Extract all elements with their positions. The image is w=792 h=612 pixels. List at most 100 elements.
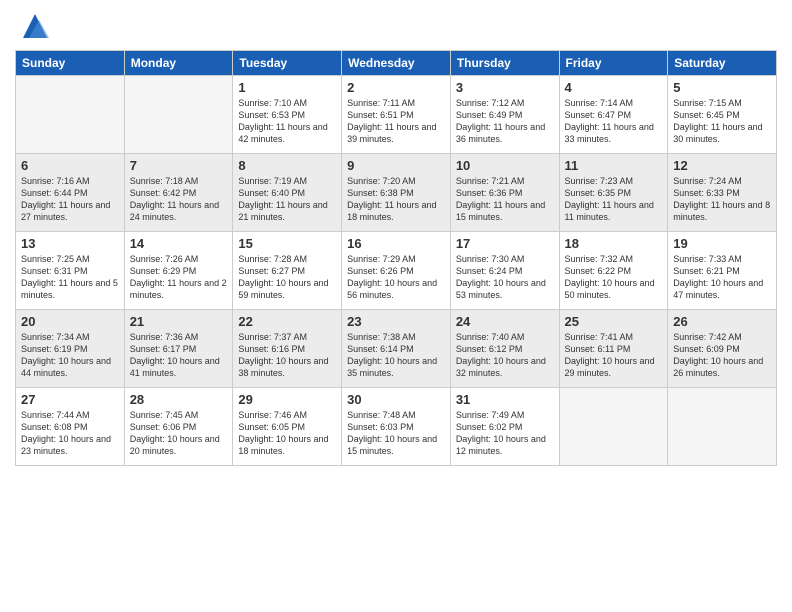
day-number: 16 — [347, 236, 445, 251]
table-cell: 28Sunrise: 7:45 AM Sunset: 6:06 PM Dayli… — [124, 388, 233, 466]
table-cell: 22 Sunrise: 7:37 AM Sunset: 6:16 PM Dayli… — [233, 310, 342, 388]
day-info: Sunrise: 7:40 AM Sunset: 6:12 PM Dayligh… — [456, 331, 554, 380]
table-cell: 26 Sunrise: 7:42 AM Sunset: 6:09 PM Dayli… — [668, 310, 777, 388]
calendar: Sunday Monday Tuesday Wednesday Thursday… — [15, 50, 777, 466]
day-info: Sunrise: 7:15 AM Sunset: 6:45 PM Dayligh… — [673, 97, 771, 146]
day-info: Sunrise: 7:25 AM Sunset: 6:31 PM Dayligh… — [21, 253, 119, 302]
day-number: 15 — [238, 236, 336, 251]
day-number: 21 — [130, 314, 228, 329]
day-info: Sunrise: 7:10 AM Sunset: 6:53 PM Dayligh… — [238, 97, 336, 146]
day-number: 14 — [130, 236, 228, 251]
table-cell: 15 Sunrise: 7:28 AM Sunset: 6:27 PM Dayli… — [233, 232, 342, 310]
day-info: Sunrise: 7:18 AM Sunset: 6:42 PM Dayligh… — [130, 175, 228, 224]
day-info: Sunrise: 7:48 AM Sunset: 6:03 PM Dayligh… — [347, 409, 445, 458]
day-number: 31 — [456, 392, 554, 407]
col-tuesday: Tuesday — [233, 51, 342, 76]
col-thursday: Thursday — [450, 51, 559, 76]
table-cell: 1 Sunrise: 7:10 AM Sunset: 6:53 PM Daylig… — [233, 76, 342, 154]
table-cell: 16 Sunrise: 7:29 AM Sunset: 6:26 PM Dayli… — [342, 232, 451, 310]
table-cell: 25Sunrise: 7:41 AM Sunset: 6:11 PM Dayli… — [559, 310, 668, 388]
week-row: 20 Sunrise: 7:34 AM Sunset: 6:19 PM Dayli… — [16, 310, 777, 388]
day-number: 6 — [21, 158, 119, 173]
table-cell: 21 Sunrise: 7:36 AM Sunset: 6:17 PM Dayli… — [124, 310, 233, 388]
day-number: 11 — [565, 158, 663, 173]
day-number: 5 — [673, 80, 771, 95]
table-cell: 23 Sunrise: 7:38 AM Sunset: 6:14 PM Dayli… — [342, 310, 451, 388]
day-info: Sunrise: 7:29 AM Sunset: 6:26 PM Dayligh… — [347, 253, 445, 302]
day-info: Sunrise: 7:44 AM Sunset: 6:08 PM Dayligh… — [21, 409, 119, 458]
day-number: 23 — [347, 314, 445, 329]
week-row: 6 Sunrise: 7:16 AM Sunset: 6:44 PM Daylig… — [16, 154, 777, 232]
table-cell: 29 Sunrise: 7:46 AM Sunset: 6:05 PM Dayli… — [233, 388, 342, 466]
logo-icon — [19, 10, 51, 42]
day-info: Sunrise: 7:38 AM Sunset: 6:14 PM Dayligh… — [347, 331, 445, 380]
col-saturday: Saturday — [668, 51, 777, 76]
day-number: 18 — [565, 236, 663, 251]
table-cell: 11 Sunrise: 7:23 AM Sunset: 6:35 PM Dayli… — [559, 154, 668, 232]
table-cell: 18 Sunrise: 7:32 AM Sunset: 6:22 PM Dayli… — [559, 232, 668, 310]
day-info: Sunrise: 7:33 AM Sunset: 6:21 PM Dayligh… — [673, 253, 771, 302]
day-info: Sunrise: 7:37 AM Sunset: 6:16 PM Dayligh… — [238, 331, 336, 380]
table-cell: 30Sunrise: 7:48 AM Sunset: 6:03 PM Dayli… — [342, 388, 451, 466]
day-number: 8 — [238, 158, 336, 173]
day-number: 17 — [456, 236, 554, 251]
day-number: 2 — [347, 80, 445, 95]
table-cell: 12Sunrise: 7:24 AM Sunset: 6:33 PM Dayli… — [668, 154, 777, 232]
day-info: Sunrise: 7:46 AM Sunset: 6:05 PM Dayligh… — [238, 409, 336, 458]
day-info: Sunrise: 7:14 AM Sunset: 6:47 PM Dayligh… — [565, 97, 663, 146]
day-info: Sunrise: 7:23 AM Sunset: 6:35 PM Dayligh… — [565, 175, 663, 224]
day-number: 19 — [673, 236, 771, 251]
day-number: 13 — [21, 236, 119, 251]
day-info: Sunrise: 7:21 AM Sunset: 6:36 PM Dayligh… — [456, 175, 554, 224]
day-number: 1 — [238, 80, 336, 95]
page: Sunday Monday Tuesday Wednesday Thursday… — [0, 0, 792, 612]
table-cell: 8 Sunrise: 7:19 AM Sunset: 6:40 PM Daylig… — [233, 154, 342, 232]
day-number: 27 — [21, 392, 119, 407]
table-cell: 13 Sunrise: 7:25 AM Sunset: 6:31 PM Dayli… — [16, 232, 125, 310]
table-cell: 27 Sunrise: 7:44 AM Sunset: 6:08 PM Dayli… — [16, 388, 125, 466]
table-cell: 17 Sunrise: 7:30 AM Sunset: 6:24 PM Dayli… — [450, 232, 559, 310]
logo — [15, 10, 51, 42]
table-cell — [124, 76, 233, 154]
table-cell: 14 Sunrise: 7:26 AM Sunset: 6:29 PM Dayli… — [124, 232, 233, 310]
table-cell: 4 Sunrise: 7:14 AM Sunset: 6:47 PM Daylig… — [559, 76, 668, 154]
header — [15, 10, 777, 42]
day-info: Sunrise: 7:34 AM Sunset: 6:19 PM Dayligh… — [21, 331, 119, 380]
day-number: 26 — [673, 314, 771, 329]
day-number: 29 — [238, 392, 336, 407]
day-info: Sunrise: 7:26 AM Sunset: 6:29 PM Dayligh… — [130, 253, 228, 302]
day-number: 3 — [456, 80, 554, 95]
day-info: Sunrise: 7:36 AM Sunset: 6:17 PM Dayligh… — [130, 331, 228, 380]
day-info: Sunrise: 7:24 AM Sunset: 6:33 PM Dayligh… — [673, 175, 771, 224]
day-info: Sunrise: 7:16 AM Sunset: 6:44 PM Dayligh… — [21, 175, 119, 224]
day-info: Sunrise: 7:30 AM Sunset: 6:24 PM Dayligh… — [456, 253, 554, 302]
day-number: 4 — [565, 80, 663, 95]
header-row: Sunday Monday Tuesday Wednesday Thursday… — [16, 51, 777, 76]
table-cell: 9Sunrise: 7:20 AM Sunset: 6:38 PM Daylig… — [342, 154, 451, 232]
col-wednesday: Wednesday — [342, 51, 451, 76]
table-cell: 20 Sunrise: 7:34 AM Sunset: 6:19 PM Dayli… — [16, 310, 125, 388]
week-row: 27 Sunrise: 7:44 AM Sunset: 6:08 PM Dayli… — [16, 388, 777, 466]
day-info: Sunrise: 7:28 AM Sunset: 6:27 PM Dayligh… — [238, 253, 336, 302]
table-cell: 6 Sunrise: 7:16 AM Sunset: 6:44 PM Daylig… — [16, 154, 125, 232]
day-number: 28 — [130, 392, 228, 407]
day-info: Sunrise: 7:32 AM Sunset: 6:22 PM Dayligh… — [565, 253, 663, 302]
col-sunday: Sunday — [16, 51, 125, 76]
table-cell — [668, 388, 777, 466]
col-friday: Friday — [559, 51, 668, 76]
day-info: Sunrise: 7:42 AM Sunset: 6:09 PM Dayligh… — [673, 331, 771, 380]
table-cell — [559, 388, 668, 466]
table-cell — [16, 76, 125, 154]
day-number: 10 — [456, 158, 554, 173]
day-number: 20 — [21, 314, 119, 329]
table-cell: 10 Sunrise: 7:21 AM Sunset: 6:36 PM Dayli… — [450, 154, 559, 232]
table-cell: 2Sunrise: 7:11 AM Sunset: 6:51 PM Daylig… — [342, 76, 451, 154]
day-number: 24 — [456, 314, 554, 329]
day-info: Sunrise: 7:19 AM Sunset: 6:40 PM Dayligh… — [238, 175, 336, 224]
col-monday: Monday — [124, 51, 233, 76]
day-number: 7 — [130, 158, 228, 173]
table-cell: 31Sunrise: 7:49 AM Sunset: 6:02 PM Dayli… — [450, 388, 559, 466]
day-number: 22 — [238, 314, 336, 329]
week-row: 13 Sunrise: 7:25 AM Sunset: 6:31 PM Dayli… — [16, 232, 777, 310]
table-cell: 7 Sunrise: 7:18 AM Sunset: 6:42 PM Daylig… — [124, 154, 233, 232]
